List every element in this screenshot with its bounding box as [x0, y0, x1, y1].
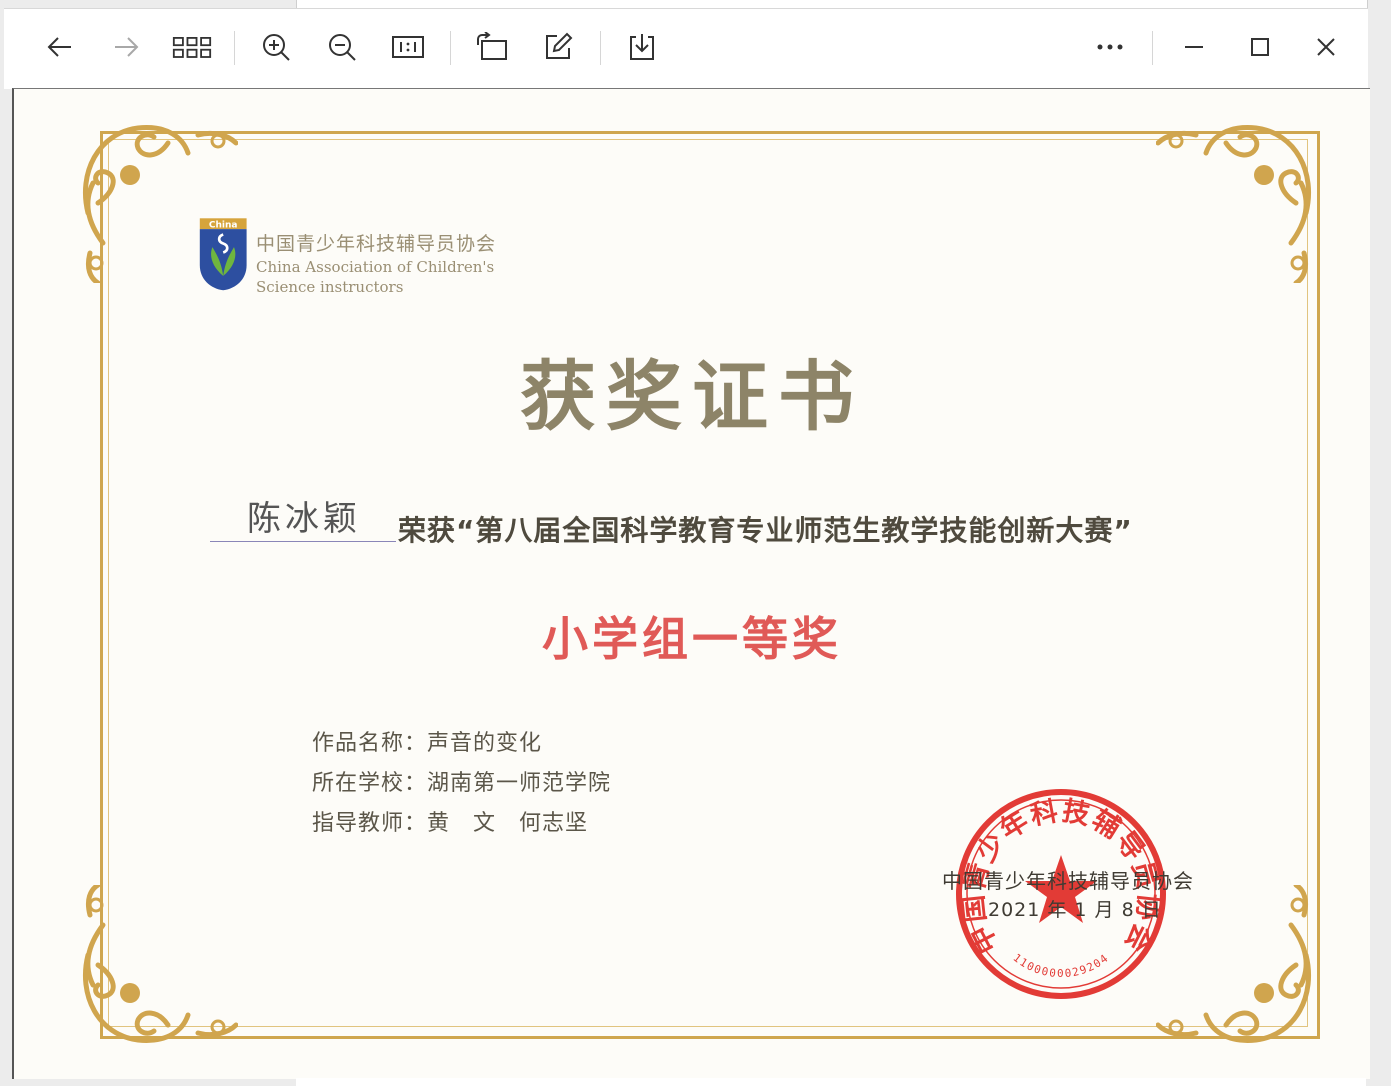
detail-work: 作品名称：声音的变化: [312, 725, 542, 757]
official-seal: 中国青少年科技辅导员协会 1100000029204: [956, 789, 1166, 999]
download-icon: [630, 34, 654, 60]
close-icon: [1317, 38, 1335, 56]
toolbar-separator: [234, 31, 235, 65]
org-name-en: China Association of Children's Science …: [256, 257, 516, 297]
org-logo: China: [199, 218, 247, 291]
work-label: 作品名称：: [312, 731, 428, 756]
viewer-background: [296, 0, 1368, 8]
minimize-icon: [1185, 46, 1203, 48]
award-description: 荣获“第八届全国科学教育专业师范生教学技能创新大赛”: [398, 514, 1133, 547]
toolbar-separator: [450, 31, 451, 65]
org-name-en-line1: China Association of Children's: [256, 258, 495, 276]
ornament-corner-top-right: [1156, 125, 1312, 283]
detail-school: 所在学校：湖南第一师范学院: [312, 765, 611, 797]
certificate-title: 获奖证书: [520, 352, 864, 441]
rotate-icon: [477, 32, 507, 60]
work-value: 声音的变化: [427, 731, 543, 756]
logo-badge-text: China: [209, 220, 238, 230]
ornament-corner-bottom-left: [82, 885, 238, 1043]
mentor-value: 黄 文 何志坚: [427, 811, 589, 836]
edit-button[interactable]: [538, 27, 578, 67]
download-button[interactable]: [622, 27, 662, 67]
forward-button[interactable]: [106, 27, 146, 67]
issue-date: 2021 年 1 月 8 日: [988, 899, 1162, 921]
org-name-en-line2: Science instructors: [256, 278, 404, 296]
org-name-cn: 中国青少年科技辅导员协会: [256, 233, 497, 255]
award-level: 小学组一等奖: [542, 612, 842, 666]
forward-arrow-icon: [115, 37, 139, 57]
minimize-button[interactable]: [1174, 27, 1214, 67]
svg-text:1100000029204: 1100000029204: [1010, 951, 1111, 980]
close-button[interactable]: [1306, 27, 1346, 67]
zoom-out-button[interactable]: [322, 27, 362, 67]
mentor-label: 指导教师：: [312, 811, 428, 836]
more-options-button[interactable]: [1090, 27, 1130, 67]
viewer-toolbar: [4, 8, 1368, 89]
rotate-button[interactable]: [472, 27, 512, 67]
toolbar-separator: [1152, 31, 1153, 65]
seal-number: 1100000029204: [1010, 951, 1110, 980]
issuer-name: 中国青少年科技辅导员协会: [942, 869, 1194, 893]
zoom-in-button[interactable]: [256, 27, 296, 67]
actual-size-icon: [392, 36, 424, 58]
edit-icon: [546, 32, 573, 59]
ornament-corner-bottom-right: [1156, 885, 1312, 1043]
next-page-edge: [296, 1078, 1366, 1086]
grid-view-button[interactable]: [172, 27, 212, 67]
toolbar-separator: [600, 31, 601, 65]
recipient-name: 陈冰颖: [247, 499, 361, 539]
back-arrow-icon: [47, 37, 71, 57]
school-label: 所在学校：: [312, 771, 428, 796]
school-value: 湖南第一师范学院: [427, 771, 612, 796]
maximize-icon: [1251, 38, 1269, 56]
more-icon: [1097, 44, 1123, 50]
detail-mentor: 指导教师：黄 文 何志坚: [312, 805, 588, 837]
zoom-out-icon: [329, 34, 356, 61]
zoom-in-icon: [263, 34, 290, 61]
back-button[interactable]: [40, 27, 80, 67]
maximize-button[interactable]: [1240, 27, 1280, 67]
grid-view-icon: [172, 37, 212, 58]
certificate-page: China 中国青少年科技辅导员协会 China Association of …: [12, 88, 1370, 1079]
actual-size-button[interactable]: [388, 27, 428, 67]
recipient-underline: [210, 541, 396, 542]
